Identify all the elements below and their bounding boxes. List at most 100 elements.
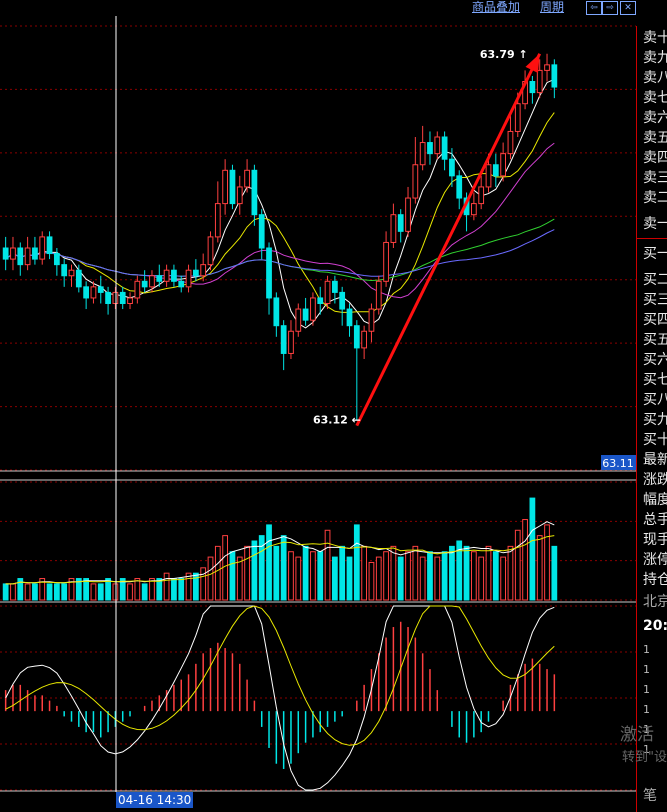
sell-level-label: 卖九 <box>643 50 667 66</box>
candle-body <box>441 136 448 160</box>
candle-body <box>200 264 207 277</box>
candle-body <box>90 286 97 299</box>
candle-body <box>551 64 558 88</box>
activation-hint: 转到"设 <box>622 750 667 765</box>
sell-level-label: 卖六 <box>643 110 667 126</box>
sell-level-label: 卖一 <box>643 216 667 232</box>
tick-footer-label: 笔 <box>643 788 657 804</box>
volume-bar <box>244 545 250 601</box>
candle-body <box>192 269 199 277</box>
order-book-panel: 卖十卖九卖八卖七卖六卖五卖四卖三卖二卖一买一买二买三买四买五买六买七买八买九买十… <box>636 26 667 812</box>
candle-body <box>353 325 360 349</box>
volume-bar <box>222 535 229 601</box>
volume-bar <box>214 545 221 601</box>
volume-bar <box>266 524 272 601</box>
volume-bar <box>397 556 404 601</box>
stat-label: 幅度 <box>643 492 667 508</box>
period-link[interactable]: 周期 <box>540 0 564 14</box>
tick-time-label: 20:3 <box>643 618 667 634</box>
candle-body <box>185 269 192 288</box>
candle-body <box>61 264 68 277</box>
candle-body <box>331 280 338 293</box>
volume-bar <box>236 556 243 601</box>
close-button[interactable]: ✕ <box>620 1 636 15</box>
candle-body <box>46 236 53 255</box>
volume-bar <box>449 545 455 601</box>
volume-bar <box>2 583 9 601</box>
volume-bar <box>485 545 492 601</box>
candle-body <box>229 169 236 205</box>
volume-bar <box>492 551 499 601</box>
candle-body <box>544 64 550 71</box>
volume-bar <box>280 535 287 601</box>
stat-label: 现手 <box>643 532 667 548</box>
volume-bar <box>295 556 302 601</box>
buy-level-label: 买六 <box>643 352 667 368</box>
stat-label: 总手 <box>643 512 667 528</box>
volume-bar <box>149 578 155 601</box>
tick-entry: 1 <box>643 643 650 656</box>
volume-bar <box>324 529 331 601</box>
candle-body <box>10 247 16 260</box>
sell-level-label: 卖十 <box>643 30 667 46</box>
candle-body <box>156 275 163 282</box>
volume-bar <box>551 545 558 601</box>
candle-body <box>105 291 111 304</box>
candle-body <box>24 247 31 266</box>
candle-body <box>251 169 258 216</box>
candle-body <box>2 247 9 260</box>
candle-body <box>405 197 411 232</box>
volume-bar <box>434 556 441 601</box>
cursor-time-label: 04-16 14:30 <box>116 792 194 808</box>
candle-body <box>288 330 294 354</box>
candle-body <box>214 203 221 238</box>
volume-bar <box>163 572 170 601</box>
volume-bar <box>463 545 470 601</box>
region-label: 北京 <box>643 594 667 610</box>
volume-bar <box>97 583 104 601</box>
candle-body <box>53 253 60 266</box>
volume-bar <box>375 556 382 601</box>
candle-body <box>375 280 382 310</box>
scroll-right-button[interactable]: ⇨ <box>602 1 618 15</box>
candle-body <box>449 158 455 177</box>
buy-level-label: 买三 <box>643 292 667 308</box>
volume-bar <box>178 578 185 601</box>
volume-bar <box>229 551 236 601</box>
candle-body <box>368 308 375 332</box>
trend-arrow-line <box>355 53 542 427</box>
stat-label: 涨跌 <box>643 472 667 488</box>
volume-bar <box>368 561 375 601</box>
volume-bar <box>127 583 133 601</box>
candle-body <box>419 142 426 166</box>
volume-bar <box>185 572 192 601</box>
candle-body <box>514 103 521 132</box>
order-book-divider <box>637 238 667 239</box>
candle-body <box>112 291 119 304</box>
volume-bar <box>427 551 433 601</box>
candle-body <box>412 164 419 199</box>
sell-level-label: 卖八 <box>643 70 667 86</box>
candle-body <box>134 280 141 299</box>
scroll-left-button[interactable]: ⇦ <box>586 1 602 15</box>
volume-bar <box>507 545 514 601</box>
candle-body <box>127 297 133 305</box>
candle-body <box>222 169 229 205</box>
overlay-commodity-link[interactable]: 商品叠加 <box>472 0 520 14</box>
volume-bar <box>53 583 60 601</box>
buy-level-label: 买九 <box>643 412 667 428</box>
volume-bar <box>331 556 338 601</box>
volume-bar <box>522 519 528 601</box>
candle-body <box>236 186 243 205</box>
chart-canvas[interactable]: 63.79 ↑ 63.12 ← 63.11 <box>0 0 667 812</box>
tick-entry: 1 <box>643 683 650 696</box>
volume-bar <box>288 551 294 601</box>
candle-body <box>485 164 492 188</box>
volume-bar <box>156 578 163 601</box>
volume-bar <box>61 583 68 601</box>
candle-body <box>280 325 287 354</box>
candle-body <box>68 269 75 277</box>
volume-bar <box>251 540 258 601</box>
candle-body <box>149 275 155 288</box>
volume-bar <box>302 545 309 601</box>
